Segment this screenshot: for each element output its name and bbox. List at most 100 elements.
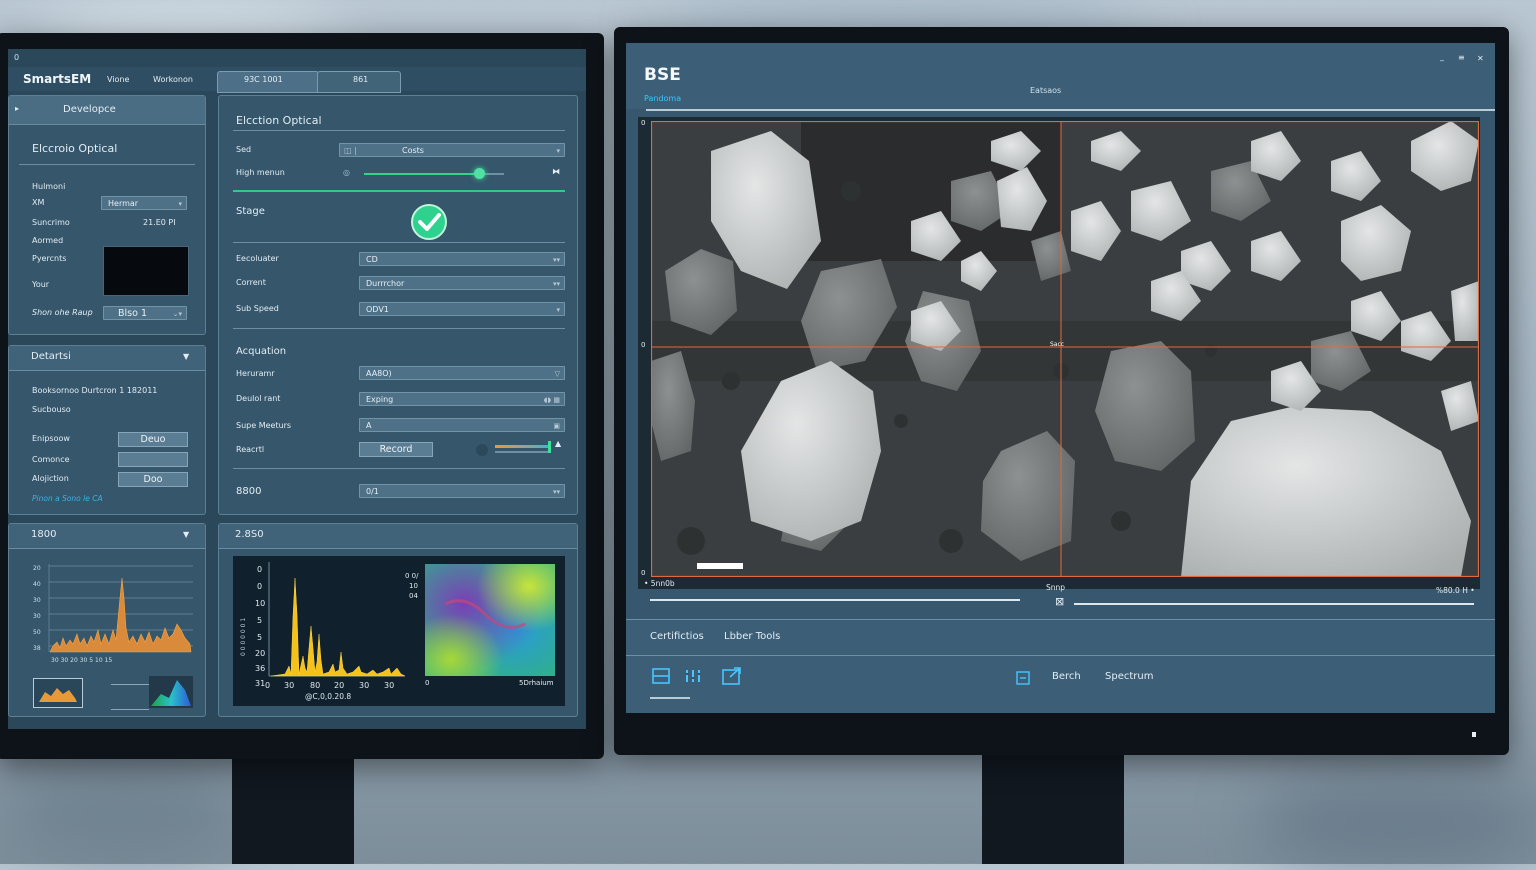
- details-button-2[interactable]: [118, 452, 188, 467]
- toolbar-tab-lbber-tools[interactable]: Lbber Tools: [724, 631, 780, 642]
- spec-ytick-4: 5: [257, 616, 262, 625]
- layout-icon[interactable]: [652, 668, 670, 684]
- row-label-corrent: Corrent: [236, 278, 266, 287]
- deulol-rant-select[interactable]: Exping ◖◗ ▦: [359, 392, 565, 406]
- record-level-marker: [548, 441, 551, 453]
- dropdown-arrow-icon[interactable]: ▼: [183, 530, 189, 539]
- right-monitor-stand: [982, 742, 1124, 864]
- high-slider-track[interactable]: [364, 168, 504, 179]
- menu-item-1[interactable]: Vione: [107, 75, 129, 84]
- expand-arrow-icon[interactable]: ▸: [15, 104, 19, 113]
- details-row-label-2: Comonce: [32, 455, 70, 464]
- record-button[interactable]: Record: [359, 442, 433, 457]
- scale-slider-right[interactable]: [1074, 603, 1474, 605]
- active-tab-underline: [650, 697, 690, 699]
- spec-ylabel: 0 0 0 0 0 0 1: [240, 618, 247, 656]
- bse-micrograph-image: [651, 121, 1479, 577]
- spectrum-button[interactable]: Spectrum: [1105, 671, 1153, 682]
- tab-2[interactable]: 861: [317, 71, 401, 93]
- high-label: High menun: [236, 168, 285, 177]
- window-subtitle[interactable]: Pandoma: [644, 94, 681, 103]
- mini-chart-header[interactable]: 1800 ▼: [9, 524, 205, 549]
- menu-item-2[interactable]: Workonon: [153, 75, 193, 84]
- record-label: Reacrtl: [236, 445, 265, 454]
- toolbar-tab-certifictios[interactable]: Certifictios: [650, 631, 704, 642]
- bench-icon[interactable]: [1016, 671, 1030, 685]
- sub-speed-select[interactable]: ODV1 ▾: [359, 302, 565, 316]
- slider-end-icon[interactable]: ⧓: [552, 167, 560, 176]
- columns-icon[interactable]: [684, 668, 702, 684]
- right-monitor: BSE Pandoma Eatsaos _ ≡ ✕ 0 0 0 Sacc • 5…: [614, 27, 1509, 755]
- spec-xtick-3: 80: [310, 681, 320, 690]
- slider-min-icon: ◎: [343, 168, 350, 177]
- spec-ytick-3: 10: [255, 599, 265, 608]
- map-right-label: 5Drhaium: [519, 679, 554, 687]
- window-title: BSE: [644, 65, 681, 85]
- spec-xlabel: @C,0,0.20.8: [305, 692, 351, 701]
- corrent-select[interactable]: Durrrchor ▾▾: [359, 276, 565, 290]
- divider: [19, 164, 195, 165]
- heruramr-select[interactable]: AA8O) ▽: [359, 366, 565, 380]
- details-button-3[interactable]: Doo: [118, 472, 188, 487]
- details-header[interactable]: Detartsi ▼: [9, 346, 205, 371]
- mini-thumbnail-2[interactable]: [149, 676, 193, 708]
- row-label-heruramr: Heruramr: [236, 369, 275, 378]
- minimize-icon[interactable]: _: [1440, 52, 1444, 61]
- details-header-label: Detartsi: [31, 351, 71, 362]
- spec-ytick-7: 36: [255, 664, 265, 673]
- tab-1[interactable]: 93C 1001: [217, 71, 319, 93]
- bench-button[interactable]: Berch: [1052, 671, 1081, 682]
- spec-right-tick-3: 04: [409, 592, 418, 600]
- element-map-image: [425, 564, 555, 676]
- mini-lines: [111, 684, 149, 710]
- details-line-2: Sucbouso: [32, 405, 71, 414]
- bottom-select-value: 0/1: [366, 487, 379, 496]
- sidebar-header[interactable]: ▸ Developce: [9, 96, 205, 125]
- close-icon[interactable]: ✕: [1477, 54, 1484, 63]
- left-monitor: 0 SmartsEM Vione Workonon 93C 1001 861 ▸…: [0, 33, 604, 759]
- spec-xtick-5: 30: [359, 681, 369, 690]
- app-name: SmartsEM: [23, 72, 92, 86]
- row-label-sub-speed: Sub Speed: [236, 304, 279, 313]
- spec-ytick-5: 5: [257, 633, 262, 642]
- mini-ytick-3: 30: [33, 597, 41, 604]
- spec-ytick-2: 0: [257, 582, 262, 591]
- tab-underline: [646, 109, 1495, 111]
- scale-slider-left[interactable]: [650, 599, 1020, 601]
- center-tab[interactable]: Eatsaos: [1030, 86, 1061, 95]
- details-line-1: Booksornoo Durtcron 1 182011: [32, 386, 158, 395]
- open-external-icon[interactable]: [722, 667, 742, 685]
- record-indicator-dot: [476, 444, 488, 456]
- details-link[interactable]: Pinon a Sono le CA: [32, 494, 103, 503]
- spec-right-tick-1: 0 0/: [405, 572, 419, 580]
- supe-meeturs-select[interactable]: A ▣: [359, 418, 565, 432]
- spectrum-header: 2.8S0: [219, 524, 577, 549]
- left-screen: 0 SmartsEM Vione Workonon 93C 1001 861 ▸…: [8, 49, 586, 729]
- scale-right-label: %80.0 H •: [1436, 586, 1475, 595]
- power-led: [1472, 732, 1476, 737]
- spec-ytick-1: 0: [257, 565, 262, 574]
- supe-meeturs-value: A: [366, 421, 372, 430]
- row-label-suncrimo: Suncrimo: [32, 218, 70, 227]
- divider: [233, 468, 565, 469]
- shon-select[interactable]: Blso 1 ⌄▾: [103, 306, 187, 320]
- menu-icon[interactable]: ≡: [1458, 53, 1465, 62]
- mini-thumbnail-1[interactable]: [33, 678, 83, 708]
- details-button-1[interactable]: Deuo: [118, 432, 188, 447]
- row-label-hulmoni: Hulmoni: [32, 182, 66, 191]
- sed-select[interactable]: ◫ | Costs ▾: [339, 143, 565, 157]
- spectrum-panel: 2.8S0 0 0 10 5 5 20 36 31 0 0 0 0 0 0 1: [218, 523, 578, 717]
- mini-ytick-2: 40: [33, 581, 41, 588]
- mini-xtick-5: 5: [89, 657, 93, 664]
- sub-speed-value: ODV1: [366, 305, 389, 314]
- chevron-down-icon: ⌄▾: [172, 310, 182, 318]
- scale-center-label: Snnp: [1046, 583, 1066, 592]
- warning-icon: ▲: [555, 439, 562, 448]
- eecoluater-select[interactable]: CD ▾▾: [359, 252, 565, 266]
- dropdown-arrow-icon[interactable]: ▼: [183, 352, 189, 361]
- scale-center-icon[interactable]: ⊠: [1055, 595, 1064, 608]
- chevron-down-icon: ▾: [556, 147, 560, 155]
- high-slider-thumb[interactable]: [473, 168, 485, 179]
- xm-field[interactable]: Hermar ▾: [101, 196, 187, 210]
- bottom-select[interactable]: 0/1 ▾▾: [359, 484, 565, 498]
